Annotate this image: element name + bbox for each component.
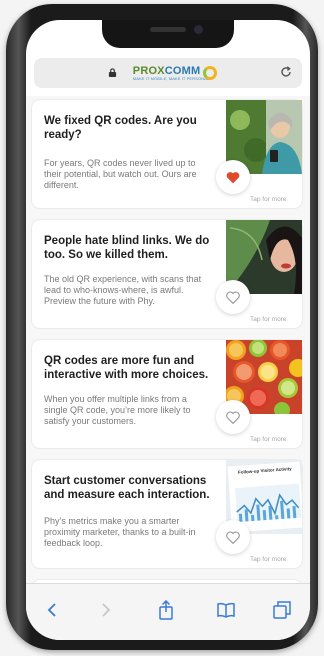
chevron-left-icon[interactable] (38, 596, 66, 624)
feature-card[interactable]: QR codes are more fun and interactive wi… (32, 340, 302, 448)
logo-mark (203, 66, 218, 80)
tabs-icon[interactable] (268, 596, 296, 624)
tap-for-more-link[interactable]: Tap for more (250, 436, 287, 443)
feature-card[interactable]: We fixed QR codes. Are you ready? For ye… (32, 100, 302, 208)
like-button[interactable] (216, 280, 250, 314)
feature-card[interactable]: People hate blind links. We do too. So w… (32, 220, 302, 328)
card-title: People hate blind links. We do too. So w… (44, 235, 210, 261)
page-content: We fixed QR codes. Are you ready? For ye… (26, 96, 310, 620)
like-button[interactable] (216, 520, 250, 554)
card-body: The old QR experience, with scans that l… (44, 274, 202, 306)
browser-toolbar (26, 583, 310, 640)
reload-icon[interactable] (280, 65, 292, 82)
heart-outline-icon (226, 291, 240, 304)
tap-for-more-link[interactable]: Tap for more (250, 316, 287, 323)
tap-for-more-link[interactable]: Tap for more (250, 196, 287, 203)
like-button[interactable] (216, 160, 250, 194)
card-body: Phy’s metrics make you a smarter proximi… (44, 516, 196, 548)
chevron-right-icon[interactable] (92, 596, 120, 624)
share-icon[interactable] (152, 596, 180, 624)
tap-for-more-link[interactable]: Tap for more (250, 556, 287, 563)
lock-icon (108, 68, 117, 77)
phone-notch (102, 20, 234, 48)
brand-tagline: MAKE IT MOBILE, MAKE IT PERSONAL (132, 76, 210, 81)
phone-screen: PROXCOMM MAKE IT MOBILE, MAKE IT PERSONA… (26, 20, 310, 640)
address-bar[interactable]: PROXCOMM MAKE IT MOBILE, MAKE IT PERSONA… (34, 58, 302, 88)
heart-icon (226, 171, 240, 183)
site-logo: PROXCOMM MAKE IT MOBILE, MAKE IT PERSONA… (132, 65, 218, 81)
feature-card[interactable]: Start customer conversations and measure… (32, 460, 302, 568)
heart-outline-icon (226, 411, 240, 424)
phone-frame: PROXCOMM MAKE IT MOBILE, MAKE IT PERSONA… (6, 4, 318, 650)
card-body: For years, QR codes never lived up to th… (44, 158, 197, 190)
like-button[interactable] (216, 400, 250, 434)
card-title: We fixed QR codes. Are you ready? (44, 115, 197, 141)
card-title: Start customer conversations and measure… (44, 475, 210, 501)
card-title: QR codes are more fun and interactive wi… (44, 355, 209, 381)
book-icon[interactable] (212, 596, 240, 624)
card-body: When you offer multiple links from a sin… (44, 394, 191, 426)
heart-outline-icon (226, 531, 240, 544)
